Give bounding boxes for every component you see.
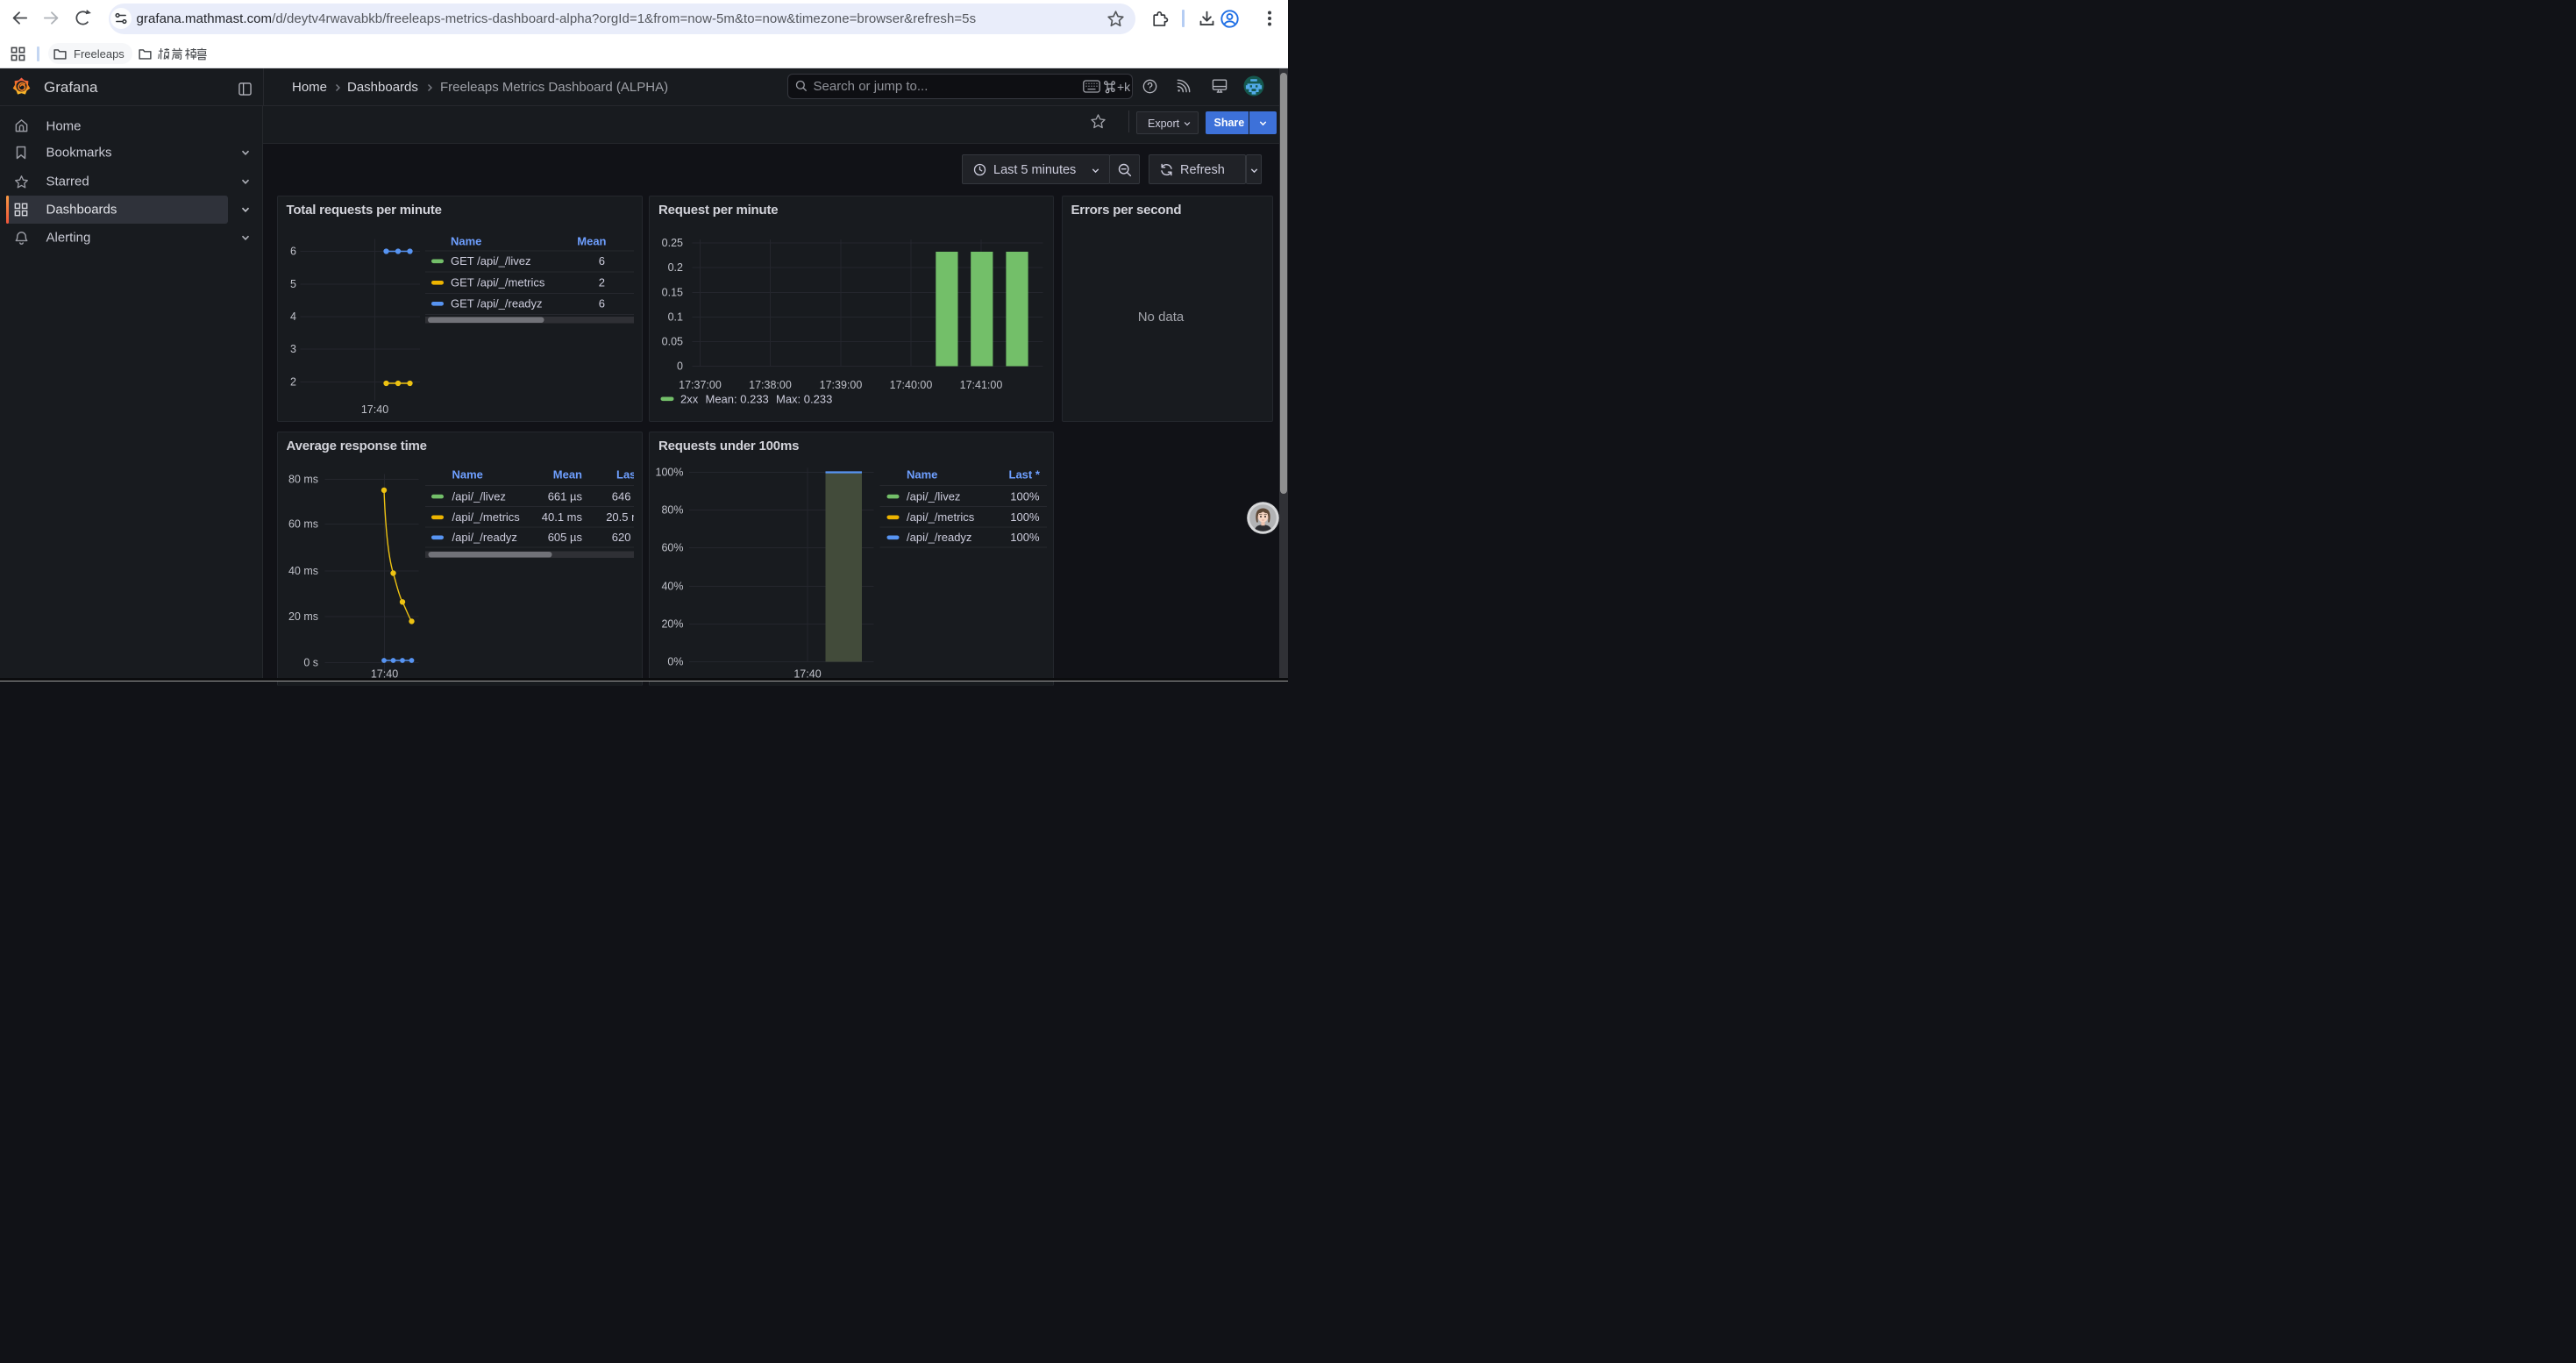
svg-text:80 ms: 80 ms	[288, 473, 317, 485]
svg-text:20 ms: 20 ms	[288, 610, 317, 623]
svg-text:GET /api/_/livez: GET /api/_/livez	[451, 254, 531, 268]
svg-text:6: 6	[290, 246, 296, 258]
svg-text:40%: 40%	[661, 580, 683, 592]
svg-text:0%: 0%	[667, 655, 683, 667]
svg-text:Name: Name	[452, 467, 482, 481]
svg-text:60%: 60%	[661, 541, 683, 553]
svg-text:17:37:00: 17:37:00	[679, 379, 722, 391]
svg-text:Mean: 0.233: Mean: 0.233	[706, 393, 769, 406]
svg-text:/api/_/readyz: /api/_/readyz	[452, 531, 516, 544]
svg-text:2: 2	[598, 276, 604, 289]
svg-text:17:39:00: 17:39:00	[820, 379, 863, 391]
svg-text:2: 2	[290, 376, 296, 389]
svg-text:100%: 100%	[1010, 489, 1040, 503]
svg-text:GET /api/_/metrics: GET /api/_/metrics	[451, 276, 545, 289]
svg-text:0: 0	[677, 360, 683, 373]
svg-text:100%: 100%	[1010, 510, 1040, 524]
svg-text:0.25: 0.25	[662, 237, 683, 249]
svg-text:17:40: 17:40	[360, 403, 388, 416]
svg-text:Last *: Last *	[1009, 467, 1041, 481]
svg-text:4: 4	[290, 310, 296, 323]
svg-text:5: 5	[290, 278, 296, 290]
svg-text:Max: 0.233: Max: 0.233	[776, 393, 832, 406]
svg-text:40 ms: 40 ms	[288, 565, 317, 577]
svg-text:/api/_/readyz: /api/_/readyz	[907, 531, 971, 544]
svg-text:646: 646	[611, 489, 630, 503]
svg-text:100%: 100%	[656, 466, 684, 478]
svg-text:0 s: 0 s	[303, 656, 318, 668]
svg-text:Name: Name	[907, 467, 937, 481]
svg-text:17:41:00: 17:41:00	[960, 379, 1003, 391]
svg-text:20%: 20%	[661, 617, 683, 630]
svg-text:GET /api/_/readyz: GET /api/_/readyz	[451, 297, 543, 310]
svg-text:2xx: 2xx	[680, 393, 699, 406]
svg-text:/api/_/livez: /api/_/livez	[907, 489, 960, 503]
svg-text:17:38:00: 17:38:00	[749, 379, 792, 391]
svg-text:Mean: Mean	[577, 235, 606, 248]
svg-text:17:40:00: 17:40:00	[890, 379, 933, 391]
svg-text:0.2: 0.2	[668, 261, 683, 274]
svg-text:80%: 80%	[661, 503, 683, 516]
svg-text:/api/_/metrics: /api/_/metrics	[907, 510, 975, 524]
svg-text:/api/_/metrics: /api/_/metrics	[452, 510, 520, 524]
svg-text:60 ms: 60 ms	[288, 517, 317, 530]
svg-text:0.15: 0.15	[662, 287, 683, 299]
svg-text:3: 3	[290, 343, 296, 355]
svg-text:Name: Name	[451, 235, 481, 248]
svg-text:661 µs: 661 µs	[547, 489, 582, 503]
svg-text:100%: 100%	[1010, 531, 1040, 544]
svg-text:6: 6	[598, 254, 604, 268]
svg-text:0.1: 0.1	[668, 311, 683, 324]
svg-text:/api/_/livez: /api/_/livez	[452, 489, 505, 503]
svg-text:Mean: Mean	[552, 467, 581, 481]
svg-text:605 µs: 605 µs	[547, 531, 582, 544]
svg-text:0.05: 0.05	[662, 336, 683, 348]
svg-text:40.1 ms: 40.1 ms	[541, 510, 582, 524]
svg-text:6: 6	[598, 297, 604, 310]
svg-text:620: 620	[611, 531, 630, 544]
